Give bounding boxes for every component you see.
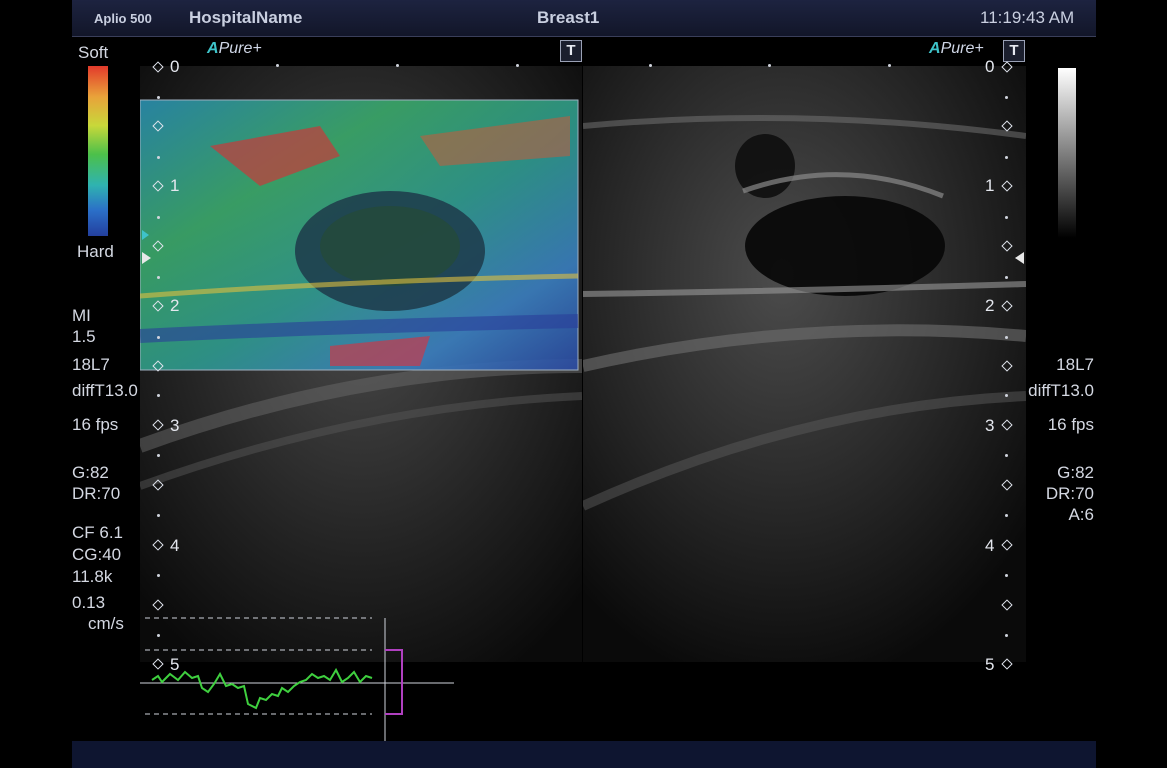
strain-trace xyxy=(151,667,373,710)
depth-mark-4-left: 4 xyxy=(170,536,180,555)
dr-left: DR:70 xyxy=(72,484,121,503)
apure-text-right: Pure+ xyxy=(940,40,984,57)
apure-a-right: A xyxy=(929,40,941,57)
t-button-right[interactable]: T xyxy=(1003,40,1025,62)
hospital-name: HospitalName xyxy=(189,8,303,27)
roi-marker-left xyxy=(142,230,149,240)
range-bracket xyxy=(385,649,403,715)
left-bmode-image xyxy=(140,66,582,662)
probe-left: 18L7 xyxy=(72,355,110,374)
dr-right: DR:70 xyxy=(1045,484,1094,503)
cg-left: CG:40 xyxy=(72,545,122,564)
fps-left: 16 fps xyxy=(72,415,119,434)
top-bar: Aplio 500 HospitalName Breast1 11:19:43 … xyxy=(72,0,1096,37)
cf-left: CF 6.1 xyxy=(72,523,124,542)
elasticity-color-scale xyxy=(88,66,108,236)
probe-right: 18L7 xyxy=(1056,355,1094,374)
apure-text-left: Pure+ xyxy=(218,40,262,57)
apure-badge-right: APure+ xyxy=(929,40,984,58)
right-image-panel xyxy=(583,66,1026,662)
mode-right: diffT13.0 xyxy=(1028,381,1094,400)
t-button-left[interactable]: T xyxy=(560,40,582,62)
velocity-value: 0.13 xyxy=(72,593,106,612)
depth-mark-3-left: 3 xyxy=(170,416,180,435)
depth-mark-4-right: 4 xyxy=(985,536,995,555)
mi-value: 1.5 xyxy=(72,327,96,346)
strain-indicator-graph xyxy=(140,617,454,742)
depth-mark-1-right: 1 xyxy=(985,176,995,195)
scale-soft-label: Soft xyxy=(78,43,109,62)
left-image-panel xyxy=(140,66,582,662)
preset-name: Breast1 xyxy=(537,8,600,27)
gain-right: G:82 xyxy=(1057,463,1094,482)
apure-badge-left: APure+ xyxy=(207,40,262,58)
mode-left: diffT13.0 xyxy=(72,381,138,400)
prf-left: 11.8k xyxy=(72,567,113,586)
apure-a-left: A xyxy=(207,40,219,57)
gain-left: G:82 xyxy=(72,463,109,482)
mi-label: MI xyxy=(72,306,91,325)
system-name: Aplio 500 xyxy=(94,11,152,26)
grayscale-bar xyxy=(1058,68,1076,238)
focus-marker-right xyxy=(1015,252,1024,264)
a-right: A:6 xyxy=(1068,505,1094,524)
depth-mark-5-right: 5 xyxy=(985,655,995,674)
bottom-bar xyxy=(72,741,1096,768)
right-bmode-image xyxy=(583,66,1026,662)
depth-mark-0-left: 0 xyxy=(170,57,180,76)
depth-mark-1-left: 1 xyxy=(170,176,180,195)
clock: 11:19:43 AM xyxy=(980,8,1075,27)
scale-hard-label: Hard xyxy=(77,242,114,261)
depth-mark-2-left: 2 xyxy=(170,296,180,315)
depth-mark-0-right: 0 xyxy=(985,57,995,76)
fps-right: 16 fps xyxy=(1047,415,1094,434)
depth-mark-3-right: 3 xyxy=(985,416,995,435)
focus-marker-left xyxy=(142,252,151,264)
depth-mark-2-right: 2 xyxy=(985,296,995,315)
velocity-unit: cm/s xyxy=(88,614,124,633)
